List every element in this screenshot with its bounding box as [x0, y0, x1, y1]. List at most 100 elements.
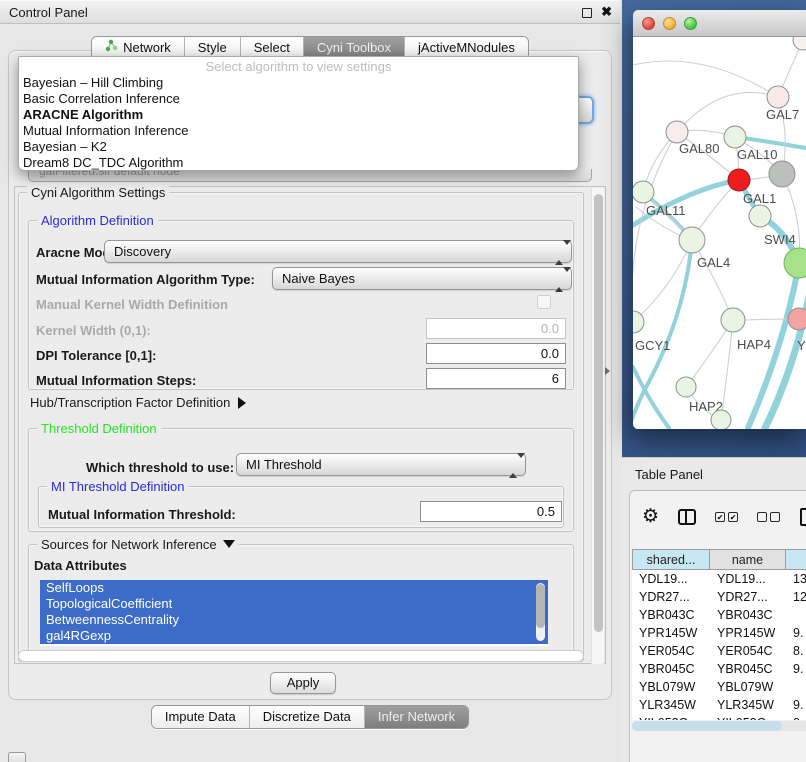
net-edge[interactable]: [633, 61, 778, 97]
which-threshold-select[interactable]: MI Threshold: [236, 453, 526, 476]
export-table-icon[interactable]: [800, 508, 806, 526]
close-icon[interactable]: ✖: [601, 4, 612, 20]
algorithm-popup-item[interactable]: Mutual Information Inference: [19, 123, 578, 139]
select-all-checks-icon[interactable]: ✔✔: [715, 512, 738, 522]
attr-list-scrollbar[interactable]: [536, 583, 545, 641]
tab-impute-data[interactable]: Impute Data: [152, 706, 249, 728]
table-rows: YDL19...YDL19...13YDR27...YDR27...12YBR0…: [632, 570, 806, 720]
net-node-swi4[interactable]: [749, 205, 771, 227]
table-cell: 9.: [786, 696, 806, 714]
vertical-scrollbar-thumb[interactable]: [594, 194, 603, 632]
table-cell: 13: [786, 570, 806, 588]
net-node-label: Y: [797, 338, 806, 353]
net-edge[interactable]: [633, 240, 692, 428]
net-edge[interactable]: [677, 92, 778, 132]
deselect-all-checks-icon[interactable]: [757, 512, 780, 522]
net-node[interactable]: [769, 161, 795, 187]
mi-algorithm-type-label: Mutual Information Algorithm Type:: [36, 272, 255, 287]
table-row[interactable]: YLR345WYLR345W9.: [632, 696, 806, 714]
close-traffic-light-icon[interactable]: [642, 17, 655, 30]
algorithm-popup-item[interactable]: Bayesian – Hill Climbing: [19, 75, 578, 91]
apply-button[interactable]: Apply: [270, 672, 336, 694]
net-node-gal80[interactable]: [666, 121, 688, 143]
net-node-gal11[interactable]: [633, 181, 654, 203]
table-cell: YBR045C: [710, 660, 786, 678]
algorithm-popup-item[interactable]: Basic Correlation Inference: [19, 91, 578, 107]
float-window-icon[interactable]: [582, 8, 592, 18]
net-node-hap2[interactable]: [676, 377, 696, 397]
columns-icon[interactable]: [678, 509, 696, 525]
net-node-gal7[interactable]: [767, 86, 789, 108]
network-view-window[interactable]: GAL7GAL80GAL10GAL1GAL11SWI4GAL4GCY1HAP4Y…: [633, 10, 806, 429]
table-row[interactable]: YBL079WYBL079W: [632, 678, 806, 696]
net-node[interactable]: [711, 410, 731, 429]
net-node-label: GAL1: [743, 191, 776, 206]
table-row[interactable]: YPR145WYPR145W9.: [632, 624, 806, 642]
control-panel-title: Control Panel: [9, 5, 88, 20]
tab-infer-network[interactable]: Infer Network: [364, 706, 468, 728]
data-attribute-item[interactable]: TopologicalCoefficient: [40, 596, 548, 612]
mi-steps-field[interactable]: 6: [426, 368, 566, 389]
tab-discretize-data[interactable]: Discretize Data: [249, 706, 364, 728]
table-cell: 9.: [786, 624, 806, 642]
table-panel-body: ⚙ ✔✔ shared...nameA YDL19...YDL19...13YD…: [629, 490, 806, 762]
dpi-tolerance-field[interactable]: 0.0: [426, 343, 566, 364]
table-row[interactable]: YER054CYER054C8.: [632, 642, 806, 660]
table-cell: YPR145W: [710, 624, 786, 642]
zoom-traffic-light-icon[interactable]: [684, 17, 697, 30]
table-horizontal-scrollbar[interactable]: [632, 721, 806, 731]
tab-label: Discretize Data: [263, 706, 351, 728]
table-horizontal-scrollbar-thumb[interactable]: [632, 721, 782, 731]
mi-threshold-field[interactable]: 0.5: [420, 501, 562, 522]
algorithm-popup-item[interactable]: ARACNE Algorithm: [19, 107, 578, 123]
table-cell: YBL079W: [710, 678, 786, 696]
table-cell: YLR345W: [632, 696, 710, 714]
expander-arrow-icon: [238, 397, 246, 409]
horizontal-scrollbar[interactable]: [18, 650, 584, 662]
network-canvas[interactable]: GAL7GAL80GAL10GAL1GAL11SWI4GAL4GCY1HAP4Y…: [633, 37, 806, 429]
data-attributes-label: Data Attributes: [34, 558, 127, 573]
manual-kernel-width-checkbox[interactable]: [537, 295, 551, 309]
table-panel-title: Table Panel: [635, 467, 703, 482]
data-attribute-item[interactable]: BetweennessCentrality: [40, 612, 548, 628]
table-header-name[interactable]: name: [710, 549, 786, 570]
data-attribute-item[interactable]: SelfLoops: [40, 580, 548, 596]
aracne-mode-select[interactable]: Discovery: [104, 240, 572, 263]
table-cell: YIL052C: [632, 714, 710, 720]
mi-threshold-definition-title: MI Threshold Definition: [47, 479, 188, 494]
table-row[interactable]: YDL19...YDL19...13: [632, 570, 806, 588]
algorithm-popup-item[interactable]: Dream8 DC_TDC Algorithm: [19, 155, 578, 171]
network-graph[interactable]: GAL7GAL80GAL10GAL1GAL11SWI4GAL4GCY1HAP4Y…: [633, 37, 806, 429]
algorithm-definition-title: Algorithm Definition: [37, 213, 158, 228]
table-row[interactable]: YBR043CYBR043C: [632, 606, 806, 624]
hub-definition-expander[interactable]: Hub/Transcription Factor Definition: [30, 395, 246, 410]
sources-expander[interactable]: Sources for Network Inference: [37, 537, 239, 552]
data-attribute-item[interactable]: gal4RGexp: [40, 628, 548, 644]
gear-icon[interactable]: ⚙: [642, 507, 659, 527]
table-cell: YBR043C: [632, 606, 710, 624]
minimize-traffic-light-icon[interactable]: [663, 17, 676, 30]
vertical-scrollbar[interactable]: [591, 188, 604, 664]
algorithm-popup-item[interactable]: Bayesian – K2: [19, 139, 578, 155]
panel-splitter-arrow[interactable]: [605, 367, 610, 375]
table-row[interactable]: YIL052CYIL052C0.: [632, 714, 806, 720]
table-row[interactable]: YBR045CYBR045C9.: [632, 660, 806, 678]
mi-algorithm-type-select[interactable]: Naive Bayes: [272, 267, 572, 290]
table-row[interactable]: YDR27...YDR27...12: [632, 588, 806, 606]
net-node-gal4[interactable]: [679, 227, 705, 253]
table-header-A[interactable]: A: [786, 549, 806, 570]
net-node-gal1[interactable]: [728, 169, 750, 191]
minimized-panel-button[interactable]: [8, 752, 26, 762]
net-node[interactable]: [793, 37, 806, 50]
net-node-gcy1[interactable]: [633, 311, 644, 333]
network-window-titlebar[interactable]: [633, 10, 806, 37]
table-header-shared...[interactable]: shared...: [632, 549, 710, 570]
attr-list-scrollbar-thumb[interactable]: [536, 584, 545, 628]
net-node-y[interactable]: [788, 308, 806, 330]
net-edge[interactable]: [633, 240, 692, 322]
kernel-width-field[interactable]: 0.0: [426, 318, 566, 339]
net-node[interactable]: [784, 248, 806, 278]
net-node-gal10[interactable]: [724, 126, 746, 148]
net-node-hap4[interactable]: [721, 308, 745, 332]
net-node-label: GCY1: [635, 338, 670, 353]
